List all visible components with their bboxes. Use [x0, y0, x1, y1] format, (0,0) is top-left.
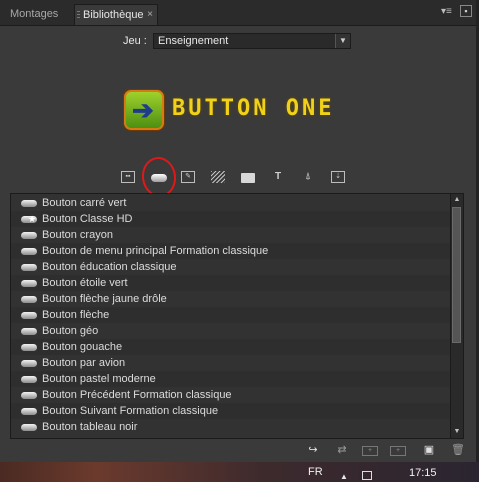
close-icon[interactable]: × — [147, 5, 153, 25]
list-item-label: Bouton tableau noir — [42, 421, 138, 433]
add-to-layer-icon[interactable]: + — [362, 446, 378, 456]
button-thumbnail-icon — [21, 280, 37, 287]
replace-icon[interactable]: ⇄ — [334, 444, 350, 457]
list-item-label: Bouton flèche jaune drôle — [42, 293, 167, 305]
star-icon: ★ — [28, 214, 37, 224]
list-item[interactable]: Bouton de menu principal Formation class… — [11, 243, 451, 259]
green-arrow-button-icon: ➔ — [124, 90, 164, 130]
button-thumbnail-icon — [21, 312, 37, 319]
new-icon[interactable]: ▣ — [421, 444, 437, 457]
list-item[interactable]: Bouton crayon — [11, 227, 451, 243]
brush-icon[interactable]: ⍋ — [301, 171, 315, 183]
button-thumbnail-icon — [21, 328, 37, 335]
add-to-menu-icon[interactable]: + — [390, 446, 406, 456]
button-thumbnail-icon — [21, 264, 37, 271]
list-item-label: Bouton gouache — [42, 341, 123, 353]
list-item[interactable]: Bouton carré vert — [11, 195, 451, 211]
action-center-icon[interactable]: ▲ — [340, 472, 348, 481]
button-thumbnail-icon — [21, 392, 37, 399]
tab-montages[interactable]: Montages — [4, 4, 72, 25]
language-indicator[interactable]: FR — [308, 466, 323, 478]
library-list[interactable]: Bouton carré vert ★ Bouton Classe HD Bout… — [10, 193, 464, 439]
scroll-down-icon[interactable]: ▼ — [451, 426, 463, 438]
button-thumbnail-icon — [21, 232, 37, 239]
list-item-label: Bouton crayon — [42, 229, 113, 241]
arrow-right-icon: ➔ — [132, 95, 154, 125]
button-thumbnail-icon — [21, 296, 37, 303]
list-item-label: Bouton par avion — [42, 357, 126, 369]
list-scrollbar[interactable]: ▲ ▼ — [450, 194, 463, 438]
tab-bibliotheque[interactable]: Bibliothèque × — [74, 4, 158, 25]
chevron-down-icon[interactable]: ▼ — [335, 34, 350, 48]
list-item[interactable]: Bouton étoile vert — [11, 275, 451, 291]
list-item[interactable]: Bouton flèche — [11, 307, 451, 323]
jeu-value: Enseignement — [158, 35, 229, 47]
button-thumbnail-icon — [21, 248, 37, 255]
button-thumbnail-icon — [21, 376, 37, 383]
button-thumbnail-icon — [21, 344, 37, 351]
list-item[interactable]: Bouton éducation classique — [11, 259, 451, 275]
edit-image-icon[interactable]: ✎ — [181, 171, 195, 183]
apply-icon[interactable]: ↪ — [305, 444, 321, 457]
tab-label: Montages — [10, 8, 59, 20]
list-item-label: Bouton Classe HD — [42, 213, 133, 225]
list-item-label: Bouton Précédent Formation classique — [42, 389, 232, 401]
panel-tab-bar: Montages Bibliothèque × ▾≡ ▪ — [0, 0, 476, 26]
list-item[interactable]: Bouton Précédent Formation classique — [11, 387, 451, 403]
list-item-label: Bouton flèche — [42, 309, 110, 321]
download-icon[interactable]: ⇣ — [331, 171, 345, 183]
preview-text: BUTTON ONE — [172, 96, 335, 121]
network-icon[interactable] — [362, 471, 372, 480]
panel-menu-icon[interactable]: ▾≡ — [441, 6, 452, 17]
minimize-icon[interactable]: ▪ — [460, 5, 472, 17]
frames-icon[interactable]: ▪▪ — [121, 171, 135, 183]
scroll-thumb[interactable] — [452, 207, 461, 343]
text-icon[interactable]: T — [271, 171, 285, 183]
list-item-label: Bouton carré vert — [42, 197, 127, 209]
list-item[interactable]: Bouton tableau noir — [11, 419, 451, 435]
button-thumbnail-icon — [21, 200, 37, 207]
list-item-label: Bouton éducation classique — [42, 261, 177, 273]
list-item[interactable]: Bouton flèche jaune drôle — [11, 291, 451, 307]
folder-icon[interactable] — [241, 173, 255, 183]
list-item-label: Bouton géo — [42, 325, 99, 337]
list-item-label: Bouton de menu principal Formation class… — [42, 245, 269, 257]
list-item[interactable]: Bouton Suivant Formation classique — [11, 403, 451, 419]
button-thumbnail-icon — [21, 424, 37, 431]
trash-icon[interactable]: 🗑 — [450, 444, 466, 457]
list-item[interactable]: Bouton géo — [11, 323, 451, 339]
clock[interactable]: 17:15 — [409, 467, 437, 479]
list-item[interactable]: Bouton gouache — [11, 339, 451, 355]
tab-grip-icon[interactable] — [77, 11, 80, 20]
scroll-up-icon[interactable]: ▲ — [451, 194, 463, 206]
list-item-label: Bouton pastel moderne — [42, 373, 156, 385]
list-item-label: Bouton étoile vert — [42, 277, 128, 289]
button-thumbnail-icon — [21, 360, 37, 367]
backgrounds-icon[interactable] — [211, 171, 225, 183]
list-item[interactable]: ★ Bouton Classe HD — [11, 211, 451, 227]
list-item[interactable]: Bouton pastel moderne — [11, 371, 451, 387]
tab-label: Bibliothèque — [83, 9, 144, 21]
jeu-dropdown[interactable]: Enseignement ▼ — [153, 33, 351, 49]
list-item-label: Bouton Suivant Formation classique — [42, 405, 219, 417]
button-thumbnail-icon — [21, 408, 37, 415]
os-taskbar: FR ▲ 17:15 — [0, 462, 479, 482]
jeu-label: Jeu : — [123, 35, 147, 47]
list-item[interactable]: Bouton par avion — [11, 355, 451, 371]
